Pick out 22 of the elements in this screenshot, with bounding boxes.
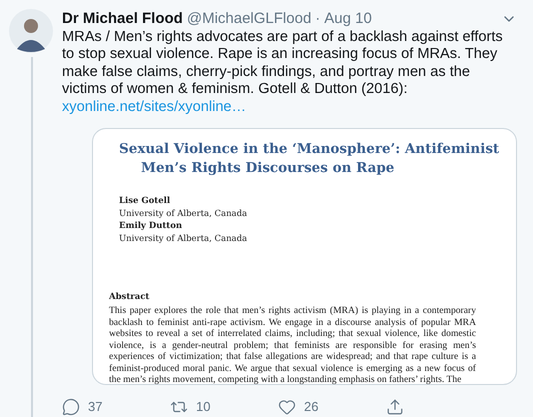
abstract-heading: Abstract [109,291,150,304]
tweet-date[interactable]: Aug 10 [324,10,372,28]
reply-icon[interactable] [62,398,80,416]
action-count: 10 [196,398,210,416]
author-affiliation: University of Alberta, Canada [119,208,248,220]
tweet-text: MRAs / Men’s rights advocates are part of a backlash against efforts to stop sexual violence. Rape is an increasing focus of MRAs. They make false claims, cherry-pick findings, and portray men as the victims of women & feminism. Gotell & Dutton (2016): [62,29,504,99]
author-affiliation: University of Alberta, Canada [119,232,248,246]
document-title: Sexual Violence in the ‘Manosphere’: Antifeminist [119,140,500,160]
link-card[interactable] [92,128,517,386]
author-handle: @MichaelGLFlood [186,10,312,28]
avatar[interactable] [9,9,53,53]
action-count: 37 [88,398,102,416]
author-name: Emily Dutton [119,220,184,233]
heart-icon[interactable] [278,398,296,416]
tweet-link[interactable]: xyonline.net/sites/xyonline… [62,98,517,116]
document-title: Men’s Rights Discourses on Rape [140,159,396,178]
share-icon[interactable] [386,398,404,416]
author-name[interactable]: Dr Michael Flood [62,10,183,28]
abstract-text: This paper explores the role that men’s rights activism (MRA) is playing in a contemporary backlash to feminist anti-rape activism. We engage in a discourse analysis of popular MRA websites to reveal a set of interrelated claims, including; that sexual violence, like domestic violence, is a gender-neutral problem; that feminists are responsible for erasing men’s experiences of victimization; that false allegations are widespread; and that rape culture is a feminist-produced moral panic. We argue that sexual violence is emerging as a new focus of the men’s rights movement, competing with a longstanding emphasis on fathers’ rights. The [109,305,476,384]
action-count: 26 [304,398,318,416]
author-name: Lise Gotell [119,195,172,208]
separator-dot: · [315,10,320,28]
